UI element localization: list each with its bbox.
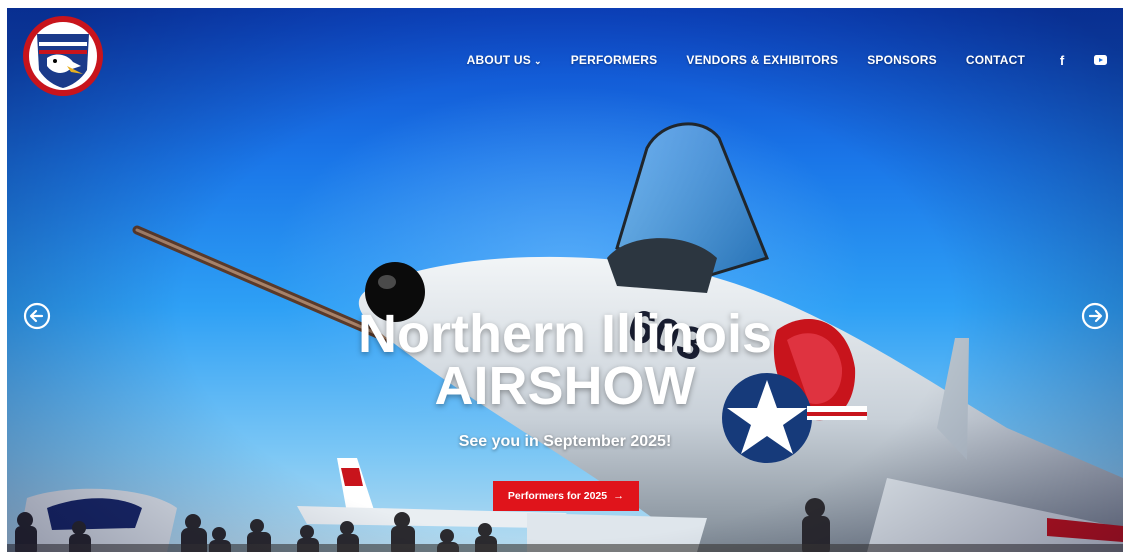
nav-vendors-exhibitors[interactable]: VENDORS & EXHIBITORS [686,53,838,67]
nav-sponsors[interactable]: SPONSORS [867,53,937,67]
nav-about-us[interactable]: ABOUT US ⌄ [467,53,542,67]
hero-title: Northern Illinois AIRSHOW [7,304,1123,416]
hero-overlay [7,8,1123,552]
nav-performers[interactable]: PERFORMERS [571,53,658,67]
site-logo[interactable] [21,14,105,98]
nav-about-us-label: ABOUT US [466,53,531,67]
hero-title-line2: AIRSHOW [434,356,696,416]
hero-title-line1: Northern Illinois [357,304,773,364]
hero-subtitle: See you in September 2025! [458,433,672,450]
main-nav: ABOUT US ⌄ PERFORMERS VENDORS & EXHIBITOR… [467,50,1123,70]
facebook-icon[interactable]: f [1054,52,1070,68]
nav-contact[interactable]: CONTACT [966,53,1025,67]
chevron-down-icon: ⌄ [533,56,542,66]
arrow-right-icon: → [613,490,625,502]
youtube-icon[interactable] [1092,52,1108,68]
cta-label: Performers for 2025 [507,490,608,502]
performers-2025-button[interactable]: Performers for 2025 → [493,481,639,511]
hero-slider: 603 [7,8,1123,552]
